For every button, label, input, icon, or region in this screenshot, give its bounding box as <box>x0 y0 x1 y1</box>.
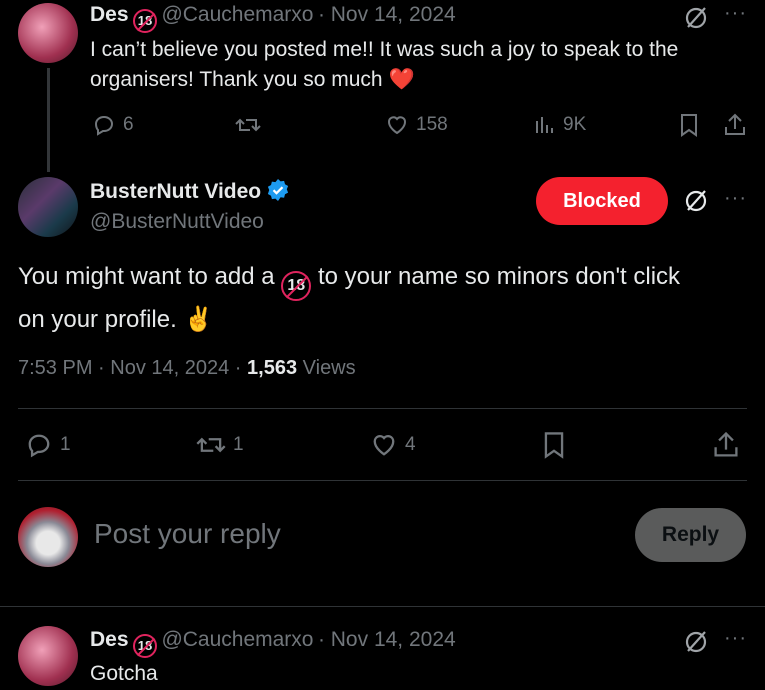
thread-connector <box>47 68 50 172</box>
bookmark-icon <box>681 114 697 137</box>
reply-icon <box>94 115 114 136</box>
share-icon <box>725 113 745 135</box>
author-name[interactable]: Des <box>90 628 129 651</box>
reply-action[interactable]: 1 <box>24 430 71 460</box>
heart-icon <box>373 435 395 456</box>
post-timestamp[interactable]: 7:53 PM · Nov 14, 2024 · <box>18 357 241 379</box>
reply-count: 6 <box>123 114 134 135</box>
avatar-des[interactable] <box>18 626 78 686</box>
analytics-icon <box>536 117 553 133</box>
main-post-text: You might want to add a 18 to your name … <box>18 258 758 339</box>
author-handle[interactable]: @Cauchemarxo <box>161 3 313 26</box>
heart-icon <box>388 116 406 135</box>
reply-button[interactable]: Reply <box>635 508 746 562</box>
main-text-line2: on your profile. <box>18 306 177 333</box>
avatar-des[interactable] <box>18 3 78 63</box>
mute-icon[interactable] <box>683 629 709 660</box>
views-count: 9K <box>563 114 587 135</box>
blocked-button[interactable]: Blocked <box>536 177 668 225</box>
no-minors-icon: 18 <box>132 9 157 33</box>
reply-icon <box>28 434 50 458</box>
author-handle[interactable]: @Cauchemarxo <box>161 628 313 651</box>
mute-icon[interactable] <box>683 5 709 36</box>
views-label: Views <box>302 357 356 379</box>
more-options-icon[interactable]: ··· <box>724 187 747 210</box>
divider <box>0 606 765 607</box>
reply-input[interactable]: Post your reply <box>94 518 281 550</box>
repost-icon <box>196 437 226 453</box>
post1-header: Des 18 @Cauchemarxo · Nov 14, 2024 <box>90 3 456 33</box>
like-count: 158 <box>416 114 448 135</box>
author-handle[interactable]: @BusterNuttVideo <box>90 210 264 234</box>
like-action[interactable]: 158 <box>384 112 448 138</box>
repost-count: 1 <box>233 434 244 455</box>
main-text-part2: to your name so minors don't click <box>317 263 681 290</box>
avatar-current-user[interactable] <box>18 507 78 567</box>
main-author: BusterNutt Video <box>90 178 290 204</box>
repost-action[interactable]: 1 <box>195 430 244 460</box>
repost-icon <box>235 118 261 132</box>
author-name[interactable]: Des <box>90 3 129 26</box>
post-meta: 7:53 PM · Nov 14, 2024 · 1,563 Views <box>18 357 356 380</box>
repost-action[interactable] <box>234 112 262 138</box>
main-text-part1: You might want to add a <box>18 263 275 290</box>
post3-text: Gotcha <box>90 662 158 685</box>
avatar-busternutt[interactable] <box>18 177 78 237</box>
mute-icon[interactable] <box>683 188 709 219</box>
divider <box>18 480 747 481</box>
post1-text-line2: organisers! Thank you so much <box>90 68 383 91</box>
post-date[interactable]: · Nov 14, 2024 <box>318 3 456 26</box>
share-icon <box>714 431 738 457</box>
post1-text-line1: I can’t believe you posted me!! It was s… <box>90 38 679 61</box>
divider <box>18 408 747 409</box>
reply-count: 1 <box>60 434 71 455</box>
bookmark-action[interactable] <box>541 430 567 460</box>
like-count: 4 <box>405 434 416 455</box>
more-options-icon[interactable]: ··· <box>724 2 747 25</box>
post1-text: I can’t believe you posted me!! It was s… <box>90 35 750 95</box>
victory-hand-emoji: ✌️ <box>183 306 214 333</box>
no-minors-icon: 18 <box>281 271 312 301</box>
share-action[interactable] <box>711 430 741 460</box>
no-minors-icon: 18 <box>132 634 157 658</box>
bookmark-action[interactable] <box>678 112 700 138</box>
author-name[interactable]: BusterNutt Video <box>90 180 261 203</box>
verified-badge-icon <box>267 179 288 201</box>
bookmark-icon <box>544 432 564 459</box>
post3-header: Des 18 @Cauchemarxo · Nov 14, 2024 <box>90 628 456 658</box>
like-action[interactable]: 4 <box>369 430 416 460</box>
more-options-icon[interactable]: ··· <box>724 627 747 650</box>
views-count: 1,563 <box>247 357 298 379</box>
heart-emoji: ❤️ <box>388 68 415 91</box>
share-action[interactable] <box>722 112 748 138</box>
reply-action[interactable]: 6 <box>91 112 134 138</box>
views-action[interactable]: 9K <box>533 112 586 138</box>
post-date[interactable]: · Nov 14, 2024 <box>318 628 456 651</box>
